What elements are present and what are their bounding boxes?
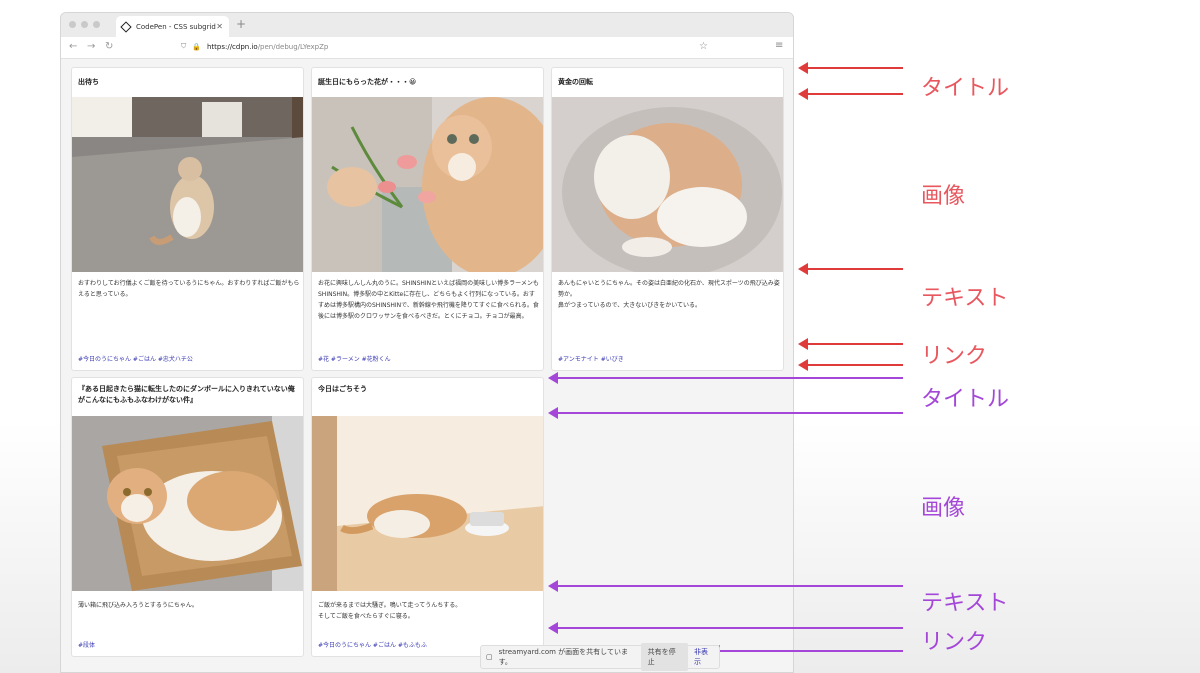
- tab-title: CodePen - CSS subgrid: [136, 22, 216, 31]
- annotation-arrow: [548, 372, 903, 384]
- annotation-arrow: [548, 580, 903, 592]
- card-text: 薄い箱に飛び込み入ろうとするうにちゃん。: [78, 602, 198, 609]
- menu-icon[interactable]: ≡: [775, 40, 783, 51]
- card-links[interactable]: #花 #ラーメン #花粉くん: [318, 354, 391, 363]
- bookmark-star-icon[interactable]: ☆: [699, 41, 708, 52]
- card: 『ある日起きたら猫に転生したのにダンボールに入りきれていない俺がこんなにもふもふ…: [71, 377, 304, 657]
- annotation-arrow: [548, 622, 903, 634]
- back-icon[interactable]: ←: [69, 41, 77, 52]
- share-message: streamyard.com が画面を共有しています。: [498, 648, 628, 666]
- close-window-icon[interactable]: [69, 21, 76, 28]
- annotation-arrow: [798, 88, 903, 100]
- card: 出待ち おすわりしてお行儀よくご飯を待っているうにちゃん。おすわりすればご飯がも…: [71, 67, 304, 371]
- card: 誕生日にもらった花が・・・😀 お花に興味しんしん丸のうに。SHINSHINといえ…: [311, 67, 544, 371]
- card-links[interactable]: #アンモナイト #いびき: [558, 354, 624, 363]
- cat-image: [312, 97, 543, 272]
- card-links[interactable]: #段体: [78, 640, 95, 649]
- url-host: https://cdpn.io: [206, 42, 258, 51]
- card-title: 誕生日にもらった花が・・・😀: [318, 78, 417, 86]
- annotation-arrow: [798, 338, 903, 350]
- forward-icon[interactable]: →: [87, 41, 95, 52]
- new-tab-icon[interactable]: +: [236, 17, 246, 31]
- card-title: 『ある日起きたら猫に転生したのにダンボールに入りきれていない俺がこんなにもふもふ…: [78, 385, 295, 404]
- annotation-link: リンク: [921, 630, 988, 655]
- annotation-arrow: [798, 359, 903, 371]
- card-text: お花に興味しんしん丸のうに。SHINSHINといえば福岡の美味しい博多ラーメンも…: [318, 280, 539, 320]
- browser-window: CodePen - CSS subgrid ✕ + ← → ↻ ⛉ 🔒 http…: [60, 12, 794, 673]
- annotation-image: 画像: [921, 496, 966, 521]
- page-content: 出待ち おすわりしてお行儀よくご飯を待っているうにちゃん。おすわりすればご飯がも…: [61, 59, 793, 672]
- card-title: 黄金の回転: [558, 78, 593, 86]
- card-links[interactable]: #今日のうにちゃん #ごはん #もふもふ: [318, 640, 427, 649]
- annotation-link: リンク: [921, 344, 988, 369]
- annotation-title: タイトル: [921, 76, 1010, 101]
- screen-share-bar: ▢ streamyard.com が画面を共有しています。 共有を停止 非表示: [480, 643, 720, 671]
- annotation-arrow: [798, 62, 903, 74]
- card: 黄金の回転 あんもにゃいとうにちゃん。その姿は白亜紀の化石か、現代スポーツの飛び…: [551, 67, 784, 371]
- hide-button[interactable]: 非表示: [694, 647, 714, 667]
- reload-icon[interactable]: ↻: [105, 41, 113, 52]
- card: 今日はごちそう ご飯が来るまでは大騒ぎ。鳴いて走ってうんちする。 そしてご飯を食…: [311, 377, 544, 657]
- card-title: 今日はごちそう: [318, 385, 367, 393]
- cat-image: [552, 97, 783, 272]
- cat-image: [72, 97, 303, 272]
- card-links[interactable]: #今日のうにちゃん #ごはん #忠犬ハチ公: [78, 354, 193, 363]
- annotation-image: 画像: [921, 184, 966, 209]
- tab-bar: CodePen - CSS subgrid ✕ +: [61, 13, 793, 37]
- cat-image: [312, 416, 543, 591]
- annotation-text: テキスト: [921, 591, 1009, 616]
- card-text: おすわりしてお行儀よくご飯を待っているうにちゃん。おすわりすればご飯がもらえると…: [78, 280, 300, 298]
- card-text: ご飯が来るまでは大騒ぎ。鳴いて走ってうんちする。 そしてご飯を食べたらすぐに寝る…: [318, 602, 462, 620]
- annotation-arrow: [710, 645, 903, 657]
- share-icon: ▢: [486, 653, 493, 661]
- minimize-window-icon[interactable]: [81, 21, 88, 28]
- annotation-arrow: [798, 263, 903, 275]
- codepen-icon: [120, 20, 132, 33]
- annotation-title: タイトル: [921, 387, 1010, 412]
- window-controls[interactable]: [69, 21, 100, 28]
- tab-codepen[interactable]: CodePen - CSS subgrid ✕: [116, 16, 229, 37]
- url-path: /pen/debug/LYexpZp: [257, 42, 329, 51]
- card-title: 出待ち: [78, 78, 99, 86]
- card-text: あんもにゃいとうにちゃん。その姿は白亜紀の化石か、現代スポーツの飛び込み姿勢か。…: [558, 280, 780, 309]
- annotation-arrow: [548, 407, 903, 419]
- url-field[interactable]: ⛉ 🔒 https://cdpn.io/pen/debug/LYexpZp: [181, 42, 328, 51]
- annotation-text: テキスト: [921, 286, 1009, 311]
- stop-sharing-button[interactable]: 共有を停止: [640, 643, 688, 671]
- lock-icon: 🔒: [192, 42, 201, 51]
- cat-image: [72, 416, 303, 591]
- address-bar: ← → ↻ ⛉ 🔒 https://cdpn.io/pen/debug/LYex…: [61, 37, 793, 59]
- close-tab-icon[interactable]: ✕: [216, 22, 223, 31]
- maximize-window-icon[interactable]: [93, 21, 100, 28]
- shield-icon: ⛉: [181, 42, 187, 50]
